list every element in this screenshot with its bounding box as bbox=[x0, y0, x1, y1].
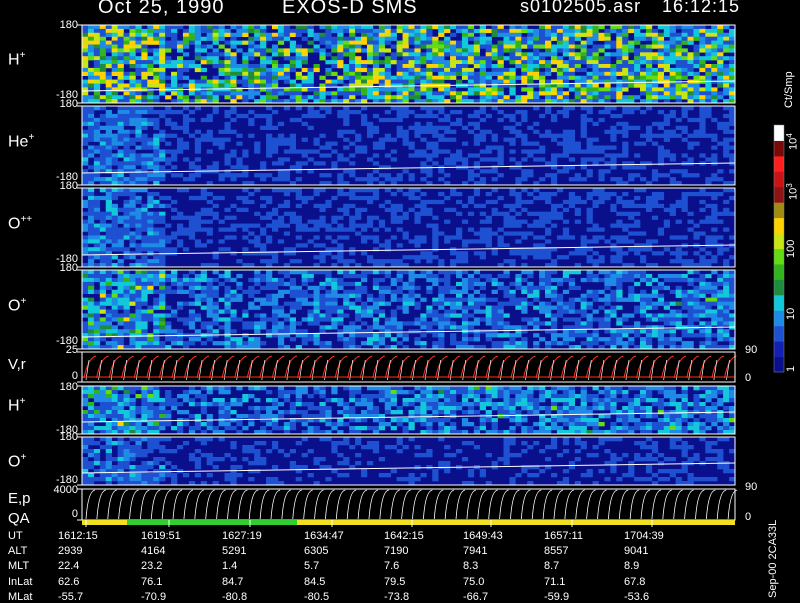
time-axis-cell: 1619:51 bbox=[141, 530, 181, 542]
colorbar-label-1e3: 103 bbox=[785, 183, 800, 200]
colorbar-segment-7 bbox=[774, 249, 784, 265]
colorbar-label-100: 100 bbox=[785, 240, 797, 258]
time-axis-cell: -73.8 bbox=[384, 591, 409, 603]
ytick-p3-top: 180 bbox=[48, 180, 78, 192]
time-axis-cell: 76.1 bbox=[141, 576, 162, 588]
time-axis-cell: 62.6 bbox=[58, 576, 79, 588]
colorbar-label-1e4: 104 bbox=[785, 133, 800, 150]
file-name: s0102505.asr bbox=[520, 0, 641, 17]
colorbar-segment-4 bbox=[774, 295, 784, 311]
time-axis-row-label: InLat bbox=[8, 576, 32, 588]
ytick-p1-top: 180 bbox=[48, 19, 78, 31]
time-axis-cell: 5.7 bbox=[304, 560, 319, 572]
time-axis-cell: 7941 bbox=[463, 545, 487, 557]
panel-label-o-plusplus: O++ bbox=[8, 214, 32, 233]
time-axis-cell: 1627:19 bbox=[222, 530, 262, 542]
colorbar-segment-12 bbox=[774, 171, 784, 187]
processing-stamp: Sep-00 2CA33L bbox=[767, 520, 779, 598]
colorbar-segment-10 bbox=[774, 202, 784, 218]
time-axis-cell: -80.8 bbox=[222, 591, 247, 603]
time-axis-cell: -70.9 bbox=[141, 591, 166, 603]
ytick-p7-top: 180 bbox=[48, 431, 78, 443]
ytick-p8-bottom: 0 bbox=[48, 508, 78, 520]
colorbar-segment-14 bbox=[774, 140, 784, 156]
colorbar-label-10: 10 bbox=[785, 308, 797, 320]
time-axis-cell: 8557 bbox=[544, 545, 568, 557]
time-axis-cell: 1657:11 bbox=[544, 530, 583, 542]
colorbar-unit: Ct/Smp bbox=[783, 71, 795, 108]
plot-date: Oct 25, 1990 bbox=[98, 0, 225, 19]
time-axis-cell: 9041 bbox=[624, 545, 648, 557]
heatmap-cells-3 bbox=[82, 270, 735, 349]
ytick-p4-top: 180 bbox=[48, 262, 78, 274]
time-axis-cell: 23.2 bbox=[141, 560, 162, 572]
rtick-ep-90: 90 bbox=[745, 481, 757, 493]
ytick-p6-top: 180 bbox=[48, 381, 78, 393]
colorbar-segment-6 bbox=[774, 264, 784, 280]
colorbar-segment-9 bbox=[774, 218, 784, 234]
time-axis-cell: -80.5 bbox=[304, 591, 329, 603]
colorbar-label-1: 1 bbox=[785, 366, 797, 372]
colorbar-segment-2 bbox=[774, 326, 784, 342]
ytick-p2-top: 180 bbox=[48, 98, 78, 110]
colorbar-segment-3 bbox=[774, 310, 784, 326]
time-axis-cell: 1649:43 bbox=[463, 530, 503, 542]
colorbar-segment-13 bbox=[774, 156, 784, 172]
time-axis-cell: 75.0 bbox=[463, 576, 484, 588]
rtick-vr-0: 0 bbox=[745, 372, 751, 384]
time-axis-row-label: MLat bbox=[8, 591, 32, 603]
colorbar-segment-0 bbox=[774, 357, 784, 373]
colorbar-segment-8 bbox=[774, 233, 784, 249]
time-axis-cell: -55.7 bbox=[58, 591, 83, 603]
time-axis-cell: 8.7 bbox=[544, 560, 559, 572]
time-axis-row-label: ALT bbox=[8, 545, 27, 557]
time-axis-cell: 2939 bbox=[58, 545, 82, 557]
rtick-vr-90: 90 bbox=[745, 344, 757, 356]
time-axis-cell: 1642:15 bbox=[384, 530, 424, 542]
ytick-p8-top: 4000 bbox=[40, 484, 78, 496]
time-axis-cell: 71.1 bbox=[544, 576, 565, 588]
ytick-p5-top: 25 bbox=[48, 344, 78, 356]
file-time: 16:12:15 bbox=[662, 0, 740, 17]
time-axis-cell: 67.8 bbox=[624, 576, 645, 588]
spectrogram-plot bbox=[0, 0, 800, 600]
panel-label-he-plus: He+ bbox=[8, 132, 34, 151]
time-axis-cell: 7.6 bbox=[384, 560, 399, 572]
colorbar-segment-1 bbox=[774, 341, 784, 357]
rtick-ep-0: 0 bbox=[745, 511, 751, 523]
instrument-name: EXOS-D SMS bbox=[282, 0, 418, 19]
colorbar-segment-15 bbox=[774, 125, 784, 141]
time-axis-cell: 6305 bbox=[304, 545, 328, 557]
colorbar-segment-5 bbox=[774, 279, 784, 295]
ep-background bbox=[82, 489, 735, 520]
time-axis-cell: 84.5 bbox=[304, 576, 325, 588]
panel-label-o-plus: O+ bbox=[8, 296, 26, 315]
panel-label-ep: E,p bbox=[8, 490, 31, 507]
time-axis-cell: 1612:15 bbox=[58, 530, 98, 542]
time-axis-row-label: UT bbox=[8, 530, 23, 542]
panel-label-qa: QA bbox=[8, 510, 30, 527]
time-axis-cell: 7190 bbox=[384, 545, 408, 557]
panel-label-vr: V,r bbox=[8, 356, 26, 373]
colorbar-segment-11 bbox=[774, 187, 784, 203]
qa-bar-green bbox=[127, 520, 297, 525]
time-axis-cell: 4164 bbox=[141, 545, 165, 557]
time-axis-cell: -59.9 bbox=[544, 591, 569, 603]
time-axis-cell: 22.4 bbox=[58, 560, 79, 572]
time-axis-cell: -53.6 bbox=[624, 591, 649, 603]
time-axis-row-label: MLT bbox=[8, 560, 29, 572]
time-axis-cell: 1704:39 bbox=[624, 530, 664, 542]
time-axis-cell: 8.3 bbox=[463, 560, 478, 572]
time-axis-cell: 84.7 bbox=[222, 576, 243, 588]
time-axis-cell: 79.5 bbox=[384, 576, 405, 588]
time-axis-cell: -66.7 bbox=[463, 591, 488, 603]
time-axis-cell: 8.9 bbox=[624, 560, 639, 572]
panel-label-h-plus-2: H+ bbox=[8, 396, 25, 415]
time-axis-cell: 1.4 bbox=[222, 560, 237, 572]
panel-label-o-plus-2: O+ bbox=[8, 452, 26, 471]
panel-label-h-plus: H+ bbox=[8, 50, 25, 69]
time-axis-cell: 1634:47 bbox=[304, 530, 344, 542]
time-axis-cell: 5291 bbox=[222, 545, 246, 557]
